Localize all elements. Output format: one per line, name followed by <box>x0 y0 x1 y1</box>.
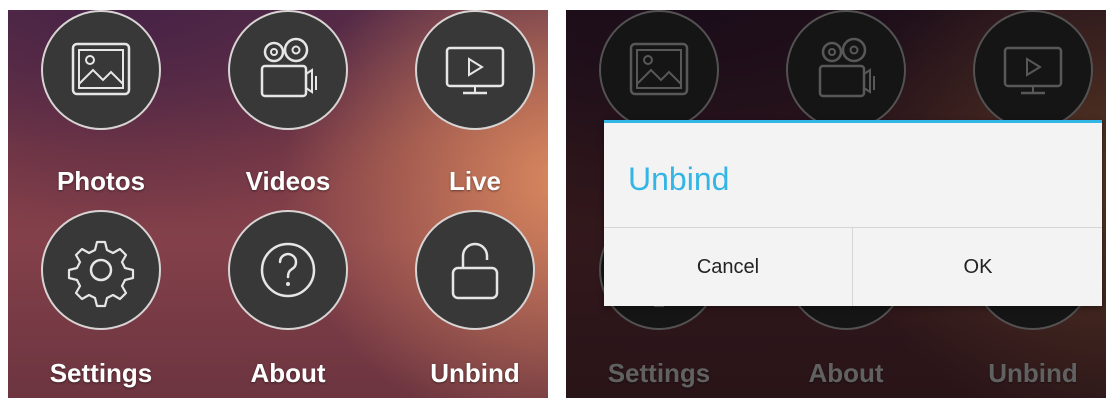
unbind-dialog-screen: Photos Videos Live <box>566 10 1106 398</box>
about-tile[interactable]: About <box>195 10 375 388</box>
main-menu-screen: Photos Videos Live Settings About Unbind <box>8 10 548 398</box>
help-icon <box>260 242 316 298</box>
settings-tile[interactable]: Settings <box>8 10 188 388</box>
about-button[interactable] <box>228 210 348 330</box>
dialog-title: Unbind <box>628 161 730 197</box>
ok-button[interactable]: OK <box>854 228 1102 306</box>
unlock-icon <box>451 242 499 300</box>
settings-button[interactable] <box>41 210 161 330</box>
gear-icon <box>67 240 135 308</box>
about-label: About <box>250 358 326 388</box>
cancel-button[interactable]: Cancel <box>604 228 852 306</box>
settings-label: Settings <box>49 358 153 388</box>
unbind-button[interactable] <box>415 210 535 330</box>
unbind-tile[interactable]: Unbind <box>382 10 548 388</box>
unbind-label: Unbind <box>430 358 520 388</box>
button-divider <box>852 228 853 306</box>
unbind-dialog: Unbind Cancel OK <box>604 120 1102 306</box>
